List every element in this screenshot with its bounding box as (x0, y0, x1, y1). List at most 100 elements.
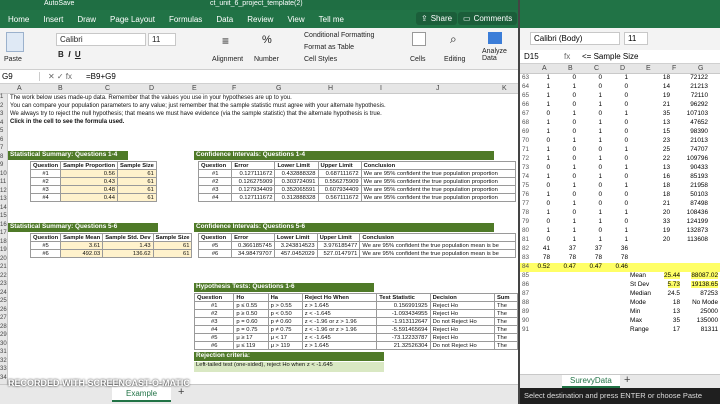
stats-label[interactable]: Min (630, 308, 640, 315)
editing-label[interactable]: Editing (444, 56, 465, 63)
table-cell[interactable]: The (493, 341, 518, 350)
stats-label[interactable]: Mean (630, 272, 646, 279)
percent-icon[interactable]: % (262, 34, 272, 46)
stats-label[interactable]: Mode (630, 299, 646, 306)
table-cell[interactable]: 0 (572, 191, 576, 198)
column-header-b[interactable]: B (568, 65, 573, 72)
table-cell[interactable]: 0 (572, 155, 576, 162)
column-header-d[interactable]: D (149, 85, 154, 92)
table-cell[interactable]: We are 95% confident the true population… (360, 169, 517, 178)
table-cell[interactable]: p ≤ 0.55 (233, 301, 269, 310)
table-cell[interactable]: 0.366185745 (231, 241, 275, 250)
alignment-label[interactable]: Alignment (212, 56, 243, 63)
row-header[interactable]: 11 (0, 179, 6, 185)
table-cell[interactable]: 136.62 (102, 249, 154, 258)
row-header[interactable]: 65 (522, 92, 529, 99)
row-header[interactable]: 10 (0, 171, 7, 177)
column-header-d[interactable]: D (620, 65, 625, 72)
table-cell[interactable]: 1 (598, 155, 602, 162)
table-cell[interactable]: 1 (572, 182, 576, 189)
table-cell[interactable]: 1 (546, 92, 550, 99)
row-header[interactable]: 30 (0, 341, 7, 347)
table-cell[interactable]: 0.156991925 (376, 301, 431, 310)
table-cell[interactable]: Reject Ho (429, 333, 495, 342)
table-cell[interactable]: 33 (663, 218, 670, 225)
table-cell[interactable]: 0.56 (60, 169, 118, 178)
table-cell[interactable]: -1.093434955 (376, 309, 431, 318)
table-cell[interactable]: Reject Ho (429, 301, 495, 310)
table-cell[interactable]: 0.687111672 (317, 169, 362, 178)
table-cell[interactable]: 1 (598, 137, 602, 144)
table-cell[interactable]: Do not Reject Ho (429, 341, 495, 350)
row-header[interactable]: 31 (0, 349, 7, 355)
table-cell[interactable]: 1 (546, 128, 550, 135)
row-header[interactable]: 63 (522, 74, 529, 81)
table-cell[interactable]: 96292 (690, 101, 708, 108)
table-cell[interactable]: 20 (663, 236, 670, 243)
table-cell[interactable]: 0.47 (564, 263, 576, 270)
column-header-k[interactable]: K (502, 85, 507, 92)
table-cell[interactable]: 23 (663, 137, 670, 144)
stats-value[interactable]: 24.5 (668, 290, 680, 297)
table-cell[interactable]: μ < 17 (267, 333, 303, 342)
column-header-b[interactable]: B (58, 85, 63, 92)
row-header[interactable]: 4 (0, 120, 3, 126)
row-header[interactable]: 20 (0, 256, 7, 262)
formula-input[interactable]: =B9+G9 (80, 72, 116, 81)
table-cell[interactable]: 1 (546, 191, 550, 198)
table-cell[interactable]: 41 (543, 245, 550, 252)
tab-review[interactable]: Review (247, 15, 273, 24)
stats-value[interactable]: 81311 (701, 326, 718, 333)
table-cell[interactable]: 0 (624, 101, 628, 108)
table-cell[interactable]: 0 (572, 128, 576, 135)
table-cell[interactable]: #3 (197, 185, 233, 194)
stats-label[interactable]: Range (630, 326, 649, 333)
table-cell[interactable]: 0 (546, 182, 550, 189)
table-cell[interactable]: 19 (663, 92, 670, 99)
table-cell[interactable]: 1 (572, 227, 576, 234)
table-cell[interactable]: z < -1.645 (301, 333, 378, 342)
table-cell[interactable]: #5 (29, 241, 62, 250)
column-header-e[interactable]: E (646, 65, 651, 72)
row-header[interactable]: 66 (522, 101, 529, 108)
column-header-a[interactable]: A (542, 65, 547, 72)
table-cell[interactable]: 0.52 (538, 263, 550, 270)
table-cell[interactable]: 15 (663, 128, 670, 135)
table-cell[interactable]: 0 (572, 209, 576, 216)
table-cell[interactable]: 1 (572, 200, 576, 207)
stats-value[interactable]: 17 (673, 326, 680, 333)
row-header[interactable]: 33 (0, 366, 7, 372)
table-cell[interactable]: 0 (624, 200, 628, 207)
table-cell[interactable]: 18 (663, 182, 670, 189)
table-cell[interactable]: 1 (598, 173, 602, 180)
table-cell[interactable]: The (493, 309, 518, 318)
row-header[interactable]: 75 (522, 182, 529, 189)
table-cell[interactable]: 1 (546, 209, 550, 216)
table-cell[interactable]: We are 95% confident the true population… (360, 185, 517, 194)
row-header[interactable]: 6 (0, 137, 3, 143)
bold-button[interactable]: B I U (58, 50, 81, 59)
table-cell[interactable]: z < -1.645 (301, 309, 378, 318)
right-fx-icon[interactable]: fx (564, 52, 570, 61)
table-cell[interactable]: 18 (663, 74, 670, 81)
row-header[interactable]: 13 (0, 196, 7, 202)
share-button[interactable]: ⇪ Share (416, 12, 458, 25)
table-cell[interactable]: 3.243814523 (273, 241, 318, 250)
table-cell[interactable]: We are 95% confident the true population… (359, 241, 516, 250)
table-cell[interactable]: 107103 (687, 110, 708, 117)
stats-label[interactable]: St Dev (630, 281, 649, 288)
table-cell[interactable]: 19 (663, 227, 670, 234)
row-header[interactable]: 76 (522, 191, 529, 198)
table-cell[interactable]: 0.46 (616, 263, 628, 270)
table-cell[interactable]: We are 95% confident the true population… (359, 249, 516, 258)
add-sheet-icon[interactable]: + (624, 374, 630, 386)
sheet-tab-example[interactable]: Example (112, 387, 172, 402)
table-cell[interactable]: 0 (572, 74, 576, 81)
row-header[interactable]: 82 (522, 245, 529, 252)
table-cell[interactable]: 1 (624, 146, 628, 153)
analyze-data-icon[interactable] (488, 32, 502, 44)
table-cell[interactable]: 98390 (690, 128, 708, 135)
table-cell[interactable]: 14 (663, 83, 670, 90)
table-cell[interactable]: 61 (152, 249, 193, 258)
table-cell[interactable]: 1 (546, 101, 550, 108)
